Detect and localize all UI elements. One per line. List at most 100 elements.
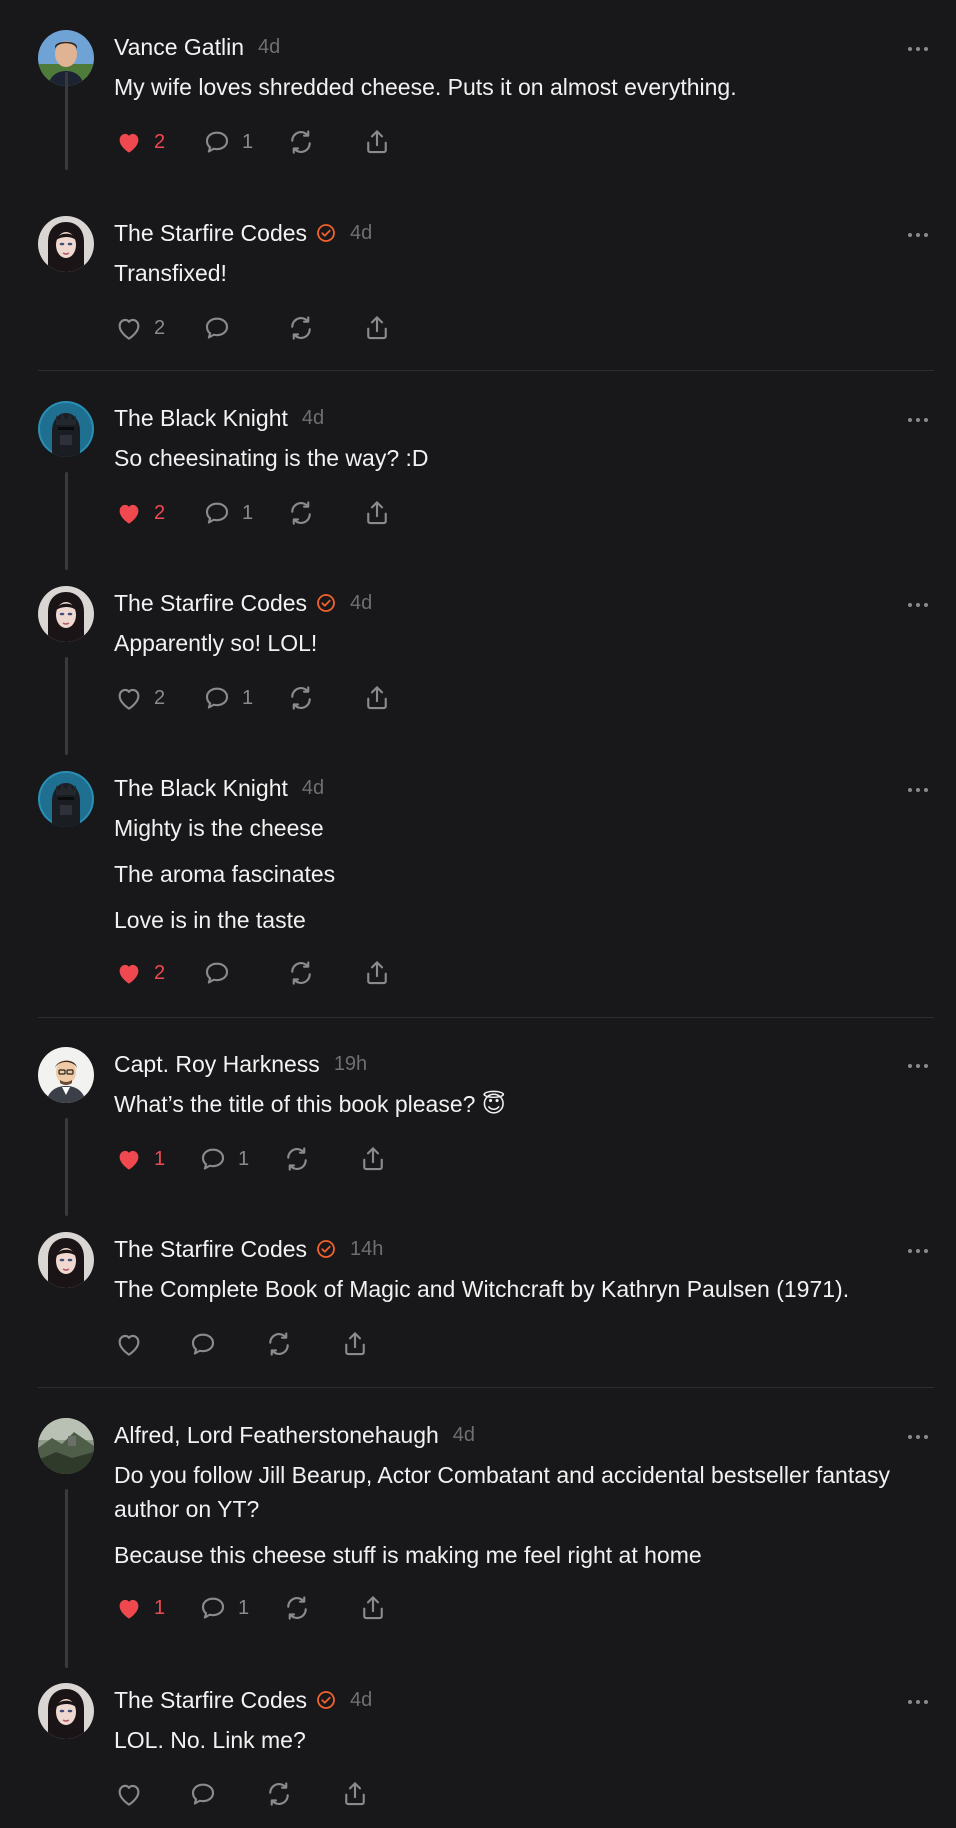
- post-timestamp[interactable]: 14h: [350, 1238, 383, 1261]
- share-icon: [340, 1779, 370, 1809]
- repost-button[interactable]: [286, 680, 316, 716]
- share-button[interactable]: [340, 1776, 370, 1812]
- avatar[interactable]: [38, 216, 94, 272]
- more-options-icon[interactable]: [906, 226, 930, 244]
- repost-icon: [286, 313, 316, 343]
- reply-button[interactable]: 1: [202, 495, 253, 531]
- post-text: LOL. No. Link me?: [114, 1727, 306, 1753]
- like-button[interactable]: 2: [114, 680, 165, 716]
- reply-button[interactable]: 1: [202, 124, 253, 160]
- share-button[interactable]: [340, 1326, 370, 1362]
- post-timestamp[interactable]: 4d: [302, 777, 324, 800]
- repost-button[interactable]: [286, 495, 316, 531]
- share-button[interactable]: [358, 1590, 388, 1626]
- thread-divider: [38, 1387, 934, 1388]
- verified-badge-icon: [316, 593, 336, 613]
- post-timestamp[interactable]: 4d: [350, 592, 372, 615]
- post-text: Transfixed!: [114, 260, 227, 286]
- post-header: Vance Gatlin 4d: [114, 31, 280, 63]
- post-timestamp[interactable]: 4d: [350, 1689, 372, 1712]
- share-button[interactable]: [362, 955, 392, 991]
- reply-button[interactable]: [202, 955, 232, 991]
- author-name[interactable]: Vance Gatlin: [114, 34, 244, 61]
- share-button[interactable]: [362, 124, 392, 160]
- heart-icon: [114, 683, 144, 713]
- avatar[interactable]: [38, 586, 94, 642]
- post-header: The Starfire Codes 4d: [114, 1684, 372, 1716]
- like-button[interactable]: 2: [114, 124, 165, 160]
- more-options-icon[interactable]: [906, 1242, 930, 1260]
- more-options-icon[interactable]: [906, 411, 930, 429]
- heart-filled-icon: [114, 1593, 144, 1623]
- reply-button[interactable]: [202, 310, 232, 346]
- heart-filled-icon: [114, 958, 144, 988]
- post-timestamp[interactable]: 19h: [334, 1053, 367, 1076]
- repost-icon: [286, 498, 316, 528]
- like-count: 2: [154, 316, 166, 339]
- reply-button[interactable]: 1: [198, 1141, 249, 1177]
- like-count: 2: [154, 686, 166, 709]
- reply-button[interactable]: [188, 1326, 218, 1362]
- share-button[interactable]: [362, 495, 392, 531]
- repost-button[interactable]: [286, 310, 316, 346]
- author-name[interactable]: The Starfire Codes: [114, 1236, 307, 1263]
- share-button[interactable]: [362, 680, 392, 716]
- more-options-icon[interactable]: [906, 1693, 930, 1711]
- repost-button[interactable]: [264, 1776, 294, 1812]
- like-count: 2: [154, 961, 166, 984]
- like-button[interactable]: 1: [114, 1590, 165, 1626]
- author-name[interactable]: The Black Knight: [114, 405, 288, 432]
- share-button[interactable]: [358, 1141, 388, 1177]
- post-body: What’s the title of this book please? 😇: [114, 1087, 934, 1133]
- share-button[interactable]: [362, 310, 392, 346]
- author-name[interactable]: The Starfire Codes: [114, 590, 307, 617]
- thread-connector-line: [65, 72, 68, 170]
- more-options-icon[interactable]: [906, 781, 930, 799]
- repost-icon: [264, 1329, 294, 1359]
- avatar[interactable]: [38, 1232, 94, 1288]
- author-name[interactable]: Capt. Roy Harkness: [114, 1051, 320, 1078]
- author-name[interactable]: The Starfire Codes: [114, 220, 307, 247]
- like-button[interactable]: 1: [114, 1141, 165, 1177]
- thread-divider: [38, 1017, 934, 1018]
- reply-button[interactable]: [188, 1776, 218, 1812]
- repost-button[interactable]: [286, 955, 316, 991]
- author-name[interactable]: The Starfire Codes: [114, 1687, 307, 1714]
- more-options-icon[interactable]: [906, 1057, 930, 1075]
- repost-button[interactable]: [282, 1141, 312, 1177]
- post-text: Apparently so! LOL!: [114, 630, 318, 656]
- share-icon: [340, 1329, 370, 1359]
- avatar[interactable]: [38, 771, 94, 827]
- like-button[interactable]: 2: [114, 955, 165, 991]
- repost-button[interactable]: [282, 1590, 312, 1626]
- like-button[interactable]: 2: [114, 495, 165, 531]
- like-button[interactable]: [114, 1776, 144, 1812]
- avatar[interactable]: [38, 1418, 94, 1474]
- more-options-icon[interactable]: [906, 1428, 930, 1446]
- post-body: Mighty is the cheese The aroma fascinates…: [114, 811, 934, 949]
- reply-button[interactable]: 1: [202, 680, 253, 716]
- post-header: The Black Knight 4d: [114, 772, 324, 804]
- post-timestamp[interactable]: 4d: [258, 36, 280, 59]
- avatar[interactable]: [38, 401, 94, 457]
- more-options-icon[interactable]: [906, 596, 930, 614]
- share-icon: [362, 313, 392, 343]
- post-timestamp[interactable]: 4d: [302, 407, 324, 430]
- repost-button[interactable]: [286, 124, 316, 160]
- author-name[interactable]: The Black Knight: [114, 775, 288, 802]
- heart-icon: [114, 1329, 144, 1359]
- heart-filled-icon: [114, 1144, 144, 1174]
- post-header: The Starfire Codes 14h: [114, 1233, 383, 1265]
- post-timestamp[interactable]: 4d: [453, 1424, 475, 1447]
- like-button[interactable]: [114, 1326, 144, 1362]
- reply-button[interactable]: 1: [198, 1590, 249, 1626]
- more-options-icon[interactable]: [906, 40, 930, 58]
- share-icon: [362, 498, 392, 528]
- avatar[interactable]: [38, 1683, 94, 1739]
- avatar[interactable]: [38, 1047, 94, 1103]
- like-button[interactable]: 2: [114, 310, 165, 346]
- repost-icon: [286, 958, 316, 988]
- repost-button[interactable]: [264, 1326, 294, 1362]
- post-timestamp[interactable]: 4d: [350, 222, 372, 245]
- author-name[interactable]: Alfred, Lord Featherstonehaugh: [114, 1422, 439, 1449]
